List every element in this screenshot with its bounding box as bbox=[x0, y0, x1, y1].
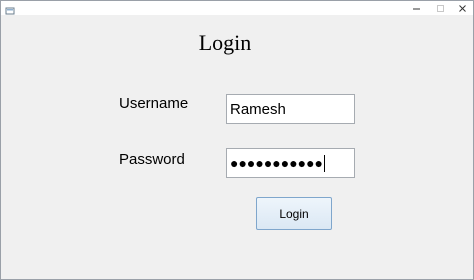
minimize-icon bbox=[412, 8, 420, 9]
password-mask: ●●●●●●●●●●● bbox=[230, 155, 324, 171]
maximize-icon bbox=[436, 4, 444, 12]
password-field[interactable]: ●●●●●●●●●●● bbox=[226, 148, 355, 178]
username-field[interactable] bbox=[226, 94, 355, 124]
title-bar bbox=[1, 1, 473, 15]
login-window: Login Username Password ●●●●●●●●●●● Logi… bbox=[0, 0, 474, 280]
login-button[interactable]: Login bbox=[256, 197, 332, 230]
password-label: Password bbox=[119, 151, 185, 168]
minimize-button[interactable] bbox=[405, 1, 427, 15]
text-cursor bbox=[324, 154, 326, 172]
maximize-button[interactable] bbox=[429, 1, 451, 15]
form-panel: Login Username Password ●●●●●●●●●●● Logi… bbox=[1, 15, 473, 279]
login-heading: Login bbox=[198, 30, 252, 55]
page-title: Login bbox=[1, 30, 473, 56]
close-button[interactable] bbox=[451, 1, 473, 15]
java-app-icon bbox=[5, 3, 15, 15]
username-label: Username bbox=[119, 95, 189, 112]
close-icon bbox=[458, 4, 466, 12]
